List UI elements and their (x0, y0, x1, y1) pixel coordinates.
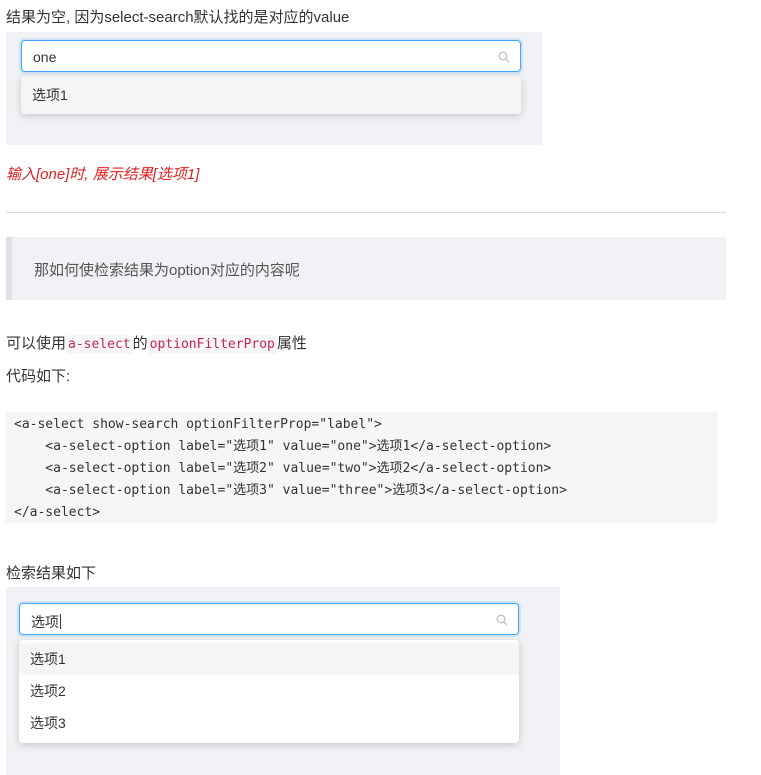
divider (6, 212, 726, 213)
blockquote: 那如何使检索结果为option对应的内容呢 (6, 237, 726, 300)
screenshot-panel-1: one 选项1 (6, 32, 542, 145)
screenshot-panel-2: 选项 选项1 选项2 选项3 (6, 587, 560, 775)
search-input-2[interactable]: 选项 (19, 603, 519, 635)
text-caret (60, 614, 61, 629)
dropdown-2: 选项1 选项2 选项3 (19, 640, 519, 743)
search-input-2-value: 选项 (31, 614, 61, 630)
option-item[interactable]: 选项1 (19, 643, 519, 675)
explain-prefix: 可以使用 (6, 335, 67, 352)
dropdown-1: 选项1 (21, 76, 521, 114)
search-icon (498, 51, 510, 63)
inline-code-component: a-select (66, 335, 133, 354)
result-note: 输入[one]时, 展示结果[选项1] (6, 166, 200, 183)
option-item[interactable]: 选项1 (21, 76, 521, 114)
search-input-1[interactable]: one (21, 40, 521, 72)
explain-middle: 的 (132, 335, 148, 352)
blockquote-text: 那如何使检索结果为option对应的内容呢 (34, 262, 300, 279)
code-block: <a-select show-search optionFilterProp="… (6, 412, 718, 523)
inline-code-prop: optionFilterProp (147, 335, 277, 354)
search-icon (496, 614, 508, 626)
code-line: <a-select show-search optionFilterProp="… (14, 417, 382, 432)
section2-heading: 检索结果如下 (6, 565, 97, 582)
code-line: </a-select> (14, 505, 101, 520)
section1-heading: 结果为空, 因为select-search默认找的是对应的value (6, 9, 350, 26)
search-input-1-value: one (33, 49, 57, 65)
explain-line: 可以使用 a-select 的 optionFilterProp 属性 (6, 332, 307, 354)
explain-suffix: 属性 (276, 335, 307, 352)
code-line: <a-select-option label="选项3" value="thre… (14, 483, 567, 498)
option-item[interactable]: 选项3 (19, 707, 519, 739)
code-line: <a-select-option label="选项1" value="one"… (14, 439, 552, 454)
option-item[interactable]: 选项2 (19, 675, 519, 707)
code-line: <a-select-option label="选项2" value="two"… (14, 461, 552, 476)
code-label: 代码如下: (6, 368, 71, 385)
